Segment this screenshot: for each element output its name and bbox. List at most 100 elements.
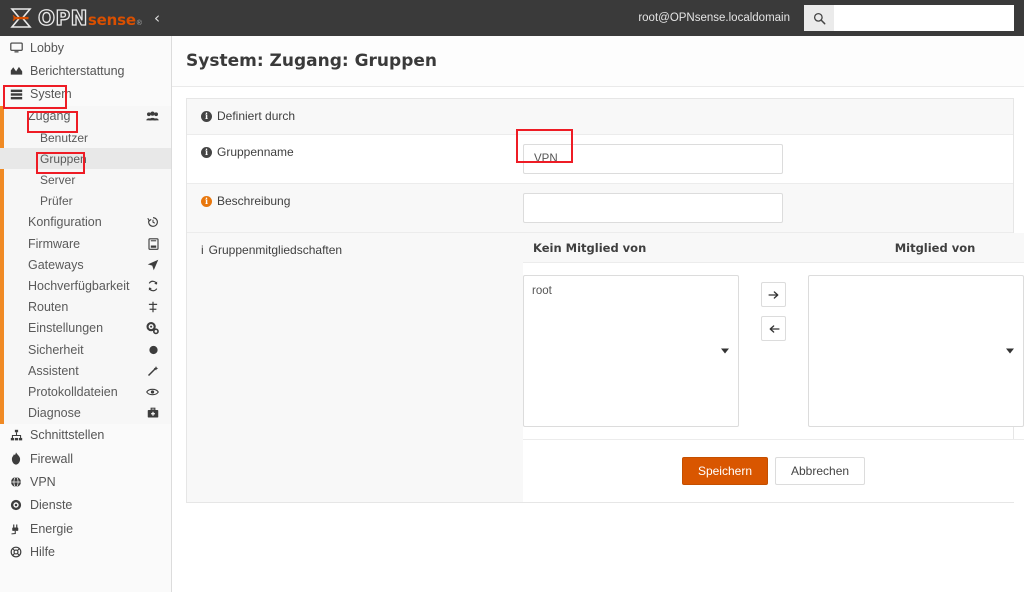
chart-area-icon (10, 64, 27, 77)
member-header-cell: Mitglied von (850, 239, 1020, 257)
sidebar-item-konfiguration[interactable]: Konfiguration (0, 212, 171, 233)
transfer-buttons (761, 275, 786, 341)
history-icon (147, 216, 159, 228)
label-description: i Beschreibung (187, 184, 523, 218)
circle-icon (148, 344, 159, 355)
sidebar-item-gruppen[interactable]: Gruppen (0, 148, 171, 169)
form-actions: Speichern Abbrechen (523, 439, 1024, 502)
sidebar-item-firmware[interactable]: Firmware (0, 233, 171, 254)
server-stack-icon (10, 88, 27, 101)
plug-icon (10, 523, 27, 535)
search-input[interactable] (834, 5, 1014, 31)
add-to-group-button[interactable] (761, 282, 786, 307)
info-icon[interactable]: i (201, 111, 212, 122)
memberships-body: root (523, 263, 1024, 427)
sidebar-item-pruefer[interactable]: Prüfer (0, 191, 171, 212)
desktop-icon (10, 41, 27, 54)
list-item[interactable]: root (532, 283, 730, 300)
logo-sense-text: sense (88, 13, 136, 28)
sidebar-item-gateways[interactable]: Gateways (0, 254, 171, 275)
field-defined-by (523, 99, 1013, 117)
sidebar-item-zugang[interactable]: Zugang (0, 106, 171, 127)
sidebar-item-label: Routen (28, 300, 68, 314)
main-content-area: System: Zugang: Gruppen i Definiert durc… (172, 36, 1024, 592)
sidebar-item-server[interactable]: Server (0, 169, 171, 190)
gears-icon (146, 322, 159, 335)
sidebar-item-sicherheit[interactable]: Sicherheit (0, 339, 171, 360)
sidebar-item-berichterstattung[interactable]: Berichterstattung (0, 59, 171, 82)
not-member-listbox[interactable]: root (523, 275, 739, 427)
sidebar-item-label: Assistent (28, 364, 79, 378)
sidebar-item-benutzer[interactable]: Benutzer (0, 127, 171, 148)
sidebar-item-firewall[interactable]: Firewall (0, 447, 171, 470)
row-label-text: Gruppenmitgliedschaften (209, 243, 342, 257)
header-right-group: root@OPNsense.localdomain (638, 0, 1024, 36)
sidebar-item-label: System (27, 87, 72, 101)
not-member-header-cell: Kein Mitglied von (523, 239, 788, 257)
sidebar-item-energie[interactable]: Energie (0, 517, 171, 540)
sidebar-item-label: Energie (27, 522, 73, 536)
sidebar-item-routen[interactable]: Routen (0, 297, 171, 318)
sidebar-item-label: Schnittstellen (27, 428, 104, 442)
sidebar-item-dienste[interactable]: Dienste (0, 494, 171, 517)
eye-icon (146, 386, 159, 397)
sidebar-item-label: Benutzer (40, 131, 88, 145)
sidebar-item-lobby[interactable]: Lobby (0, 36, 171, 59)
sidebar-item-hochverfuegbarkeit[interactable]: Hochverfügbarkeit (0, 275, 171, 296)
opnsense-logo-mark (10, 8, 32, 28)
member-listbox[interactable] (808, 275, 1024, 427)
sidebar-item-protokolldateien[interactable]: Protokolldateien (0, 381, 171, 402)
sidebar-item-label: Sicherheit (28, 343, 84, 357)
row-label-text: Definiert durch (217, 109, 295, 123)
routes-icon (147, 301, 159, 313)
row-group-name: i Gruppenname (187, 135, 1013, 184)
description-input[interactable] (523, 193, 783, 223)
users-icon (146, 111, 159, 122)
save-button[interactable]: Speichern (682, 457, 768, 485)
label-defined-by: i Definiert durch (187, 99, 523, 133)
row-label-text: Beschreibung (217, 194, 290, 208)
sidebar-item-assistent[interactable]: Assistent (0, 360, 171, 381)
magic-wand-icon (147, 365, 159, 377)
sidebar-item-diagnose[interactable]: Diagnose (0, 403, 171, 424)
arrow-right-icon (768, 289, 780, 301)
cog-icon (10, 499, 27, 511)
row-label-text: Gruppenname (217, 145, 294, 159)
sidebar-item-schnittstellen[interactable]: Schnittstellen (0, 424, 171, 447)
sidebar-item-label: Konfiguration (28, 215, 102, 229)
sidebar-collapse-chevron-icon[interactable]: ‹ (154, 11, 160, 26)
search-icon[interactable] (804, 5, 834, 31)
sidebar-item-system[interactable]: System (0, 83, 171, 106)
not-member-header-text: Kein Mitglied von (533, 241, 646, 255)
opnsense-logo[interactable]: OPN sense ® ‹ (0, 0, 170, 36)
row-group-memberships: i Gruppenmitgliedschaften Kein Mitglied … (187, 233, 1013, 502)
group-name-input[interactable] (523, 144, 783, 174)
sidebar-item-hilfe[interactable]: Hilfe (0, 540, 171, 563)
sidebar-item-label: Firmware (28, 237, 80, 251)
chevron-down-icon[interactable] (721, 349, 729, 354)
logo-registered-mark: ® (137, 20, 142, 27)
sidebar-item-label: VPN (27, 475, 56, 489)
sidebar-item-label: Hochverfügbarkeit (28, 279, 129, 293)
briefcase-medical-icon (147, 407, 159, 419)
info-icon[interactable]: i (201, 243, 204, 257)
sidebar-item-label: Dienste (27, 498, 72, 512)
info-icon[interactable]: i (201, 196, 212, 207)
sidebar-item-vpn[interactable]: VPN (0, 470, 171, 493)
sidebar-item-label: Firewall (27, 452, 73, 466)
sidebar-item-label: Gateways (28, 258, 84, 272)
chevron-down-icon[interactable] (1006, 349, 1014, 354)
sitemap-icon (10, 429, 27, 442)
member-header-text: Mitglied von (895, 241, 976, 255)
page-title: System: Zugang: Gruppen (186, 51, 437, 71)
info-icon[interactable]: i (201, 147, 212, 158)
sidebar-item-einstellungen[interactable]: Einstellungen (0, 318, 171, 339)
refresh-icon (147, 280, 159, 292)
cancel-button[interactable]: Abbrechen (775, 457, 865, 485)
remove-from-group-button[interactable] (761, 316, 786, 341)
field-group-name (523, 135, 1013, 183)
row-defined-by: i Definiert durch (187, 99, 1013, 135)
globe-icon (10, 476, 27, 488)
sidebar-item-label: Server (40, 173, 75, 187)
top-header-bar: OPN sense ® ‹ root@OPNsense.localdomain (0, 0, 1024, 36)
